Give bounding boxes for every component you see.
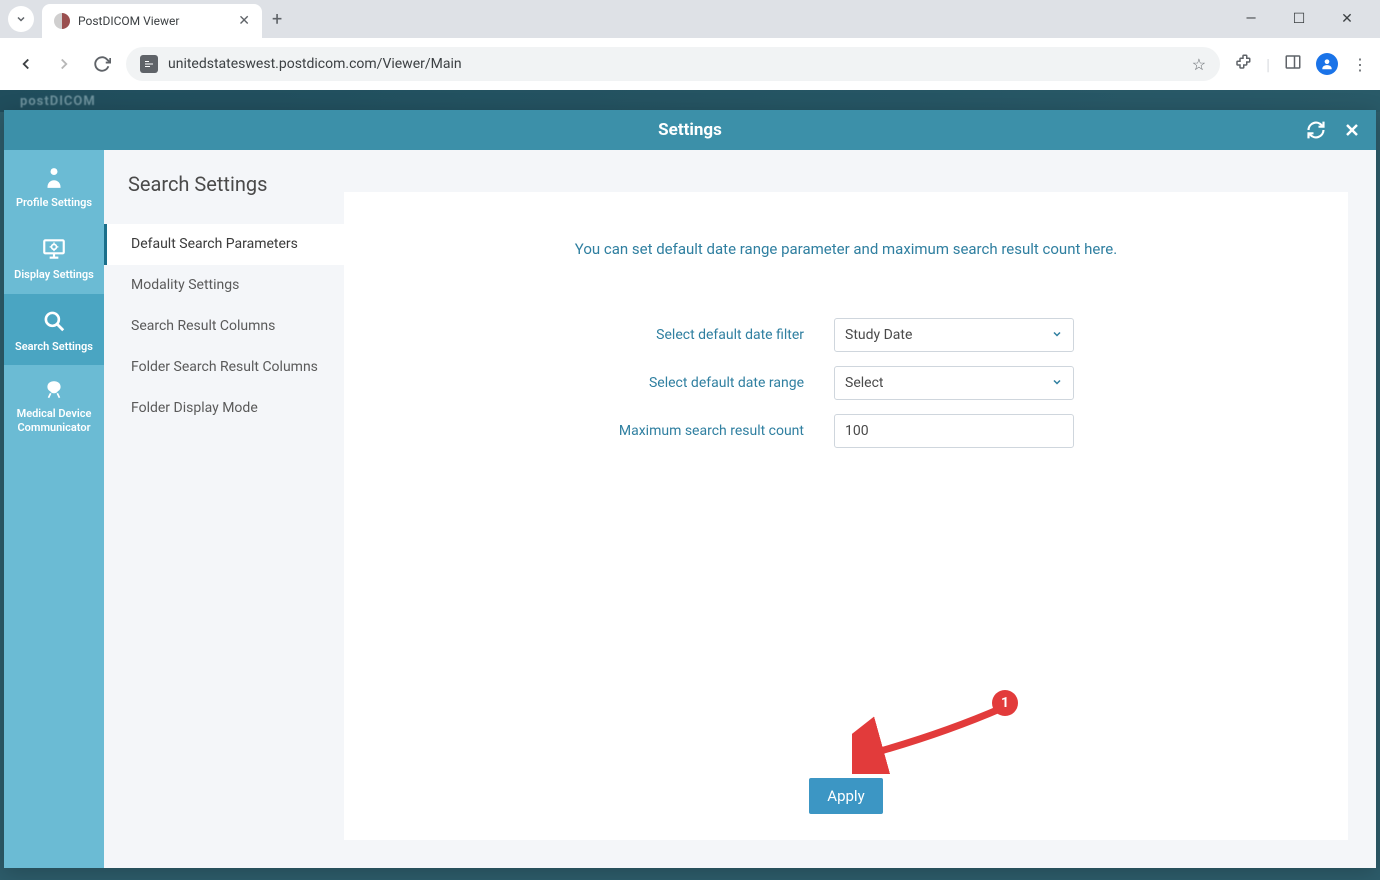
chevron-down-icon bbox=[1051, 376, 1063, 391]
rail-item-display-settings[interactable]: Display Settings bbox=[4, 222, 104, 294]
subnav-item-folder-search-result-columns[interactable]: Folder Search Result Columns bbox=[104, 347, 344, 388]
window-controls: ― ☐ ✕ bbox=[1236, 11, 1372, 27]
select-default-date-filter[interactable]: Study Date bbox=[834, 318, 1074, 352]
url-text: unitedstateswest.postdicom.com/Viewer/Ma… bbox=[168, 56, 1182, 72]
label-default-date-range: Select default date range bbox=[384, 375, 804, 391]
page-title: Search Settings bbox=[104, 172, 344, 224]
refresh-icon[interactable] bbox=[1306, 120, 1326, 140]
chevron-down-icon bbox=[1051, 328, 1063, 343]
content-panel: You can set default date range parameter… bbox=[344, 192, 1348, 840]
chrome-menu-icon[interactable]: ⋮ bbox=[1352, 55, 1368, 74]
tab-search-button[interactable] bbox=[8, 6, 34, 32]
settings-subnav: Search Settings Default Search Parameter… bbox=[104, 150, 344, 868]
tab-close-icon[interactable]: ✕ bbox=[238, 13, 250, 29]
annotation-badge: 1 bbox=[992, 690, 1018, 716]
side-panel-icon[interactable] bbox=[1284, 53, 1302, 75]
maximize-button[interactable]: ☐ bbox=[1284, 11, 1314, 27]
content-panel-wrap: You can set default date range parameter… bbox=[344, 150, 1376, 868]
extensions-icon[interactable] bbox=[1234, 53, 1252, 75]
browser-titlebar: PostDICOM Viewer ✕ + ― ☐ ✕ bbox=[0, 0, 1380, 38]
browser-tab[interactable]: PostDICOM Viewer ✕ bbox=[42, 4, 262, 38]
browser-toolbar: unitedstateswest.postdicom.com/Viewer/Ma… bbox=[0, 38, 1380, 90]
bookmark-star-icon[interactable]: ☆ bbox=[1192, 55, 1206, 74]
subnav-item-modality-settings[interactable]: Modality Settings bbox=[104, 265, 344, 306]
label-max-search-result-count: Maximum search result count bbox=[384, 423, 804, 439]
modal-title: Settings bbox=[658, 120, 722, 140]
label-default-date-filter: Select default date filter bbox=[384, 327, 804, 343]
tab-title: PostDICOM Viewer bbox=[78, 14, 230, 28]
back-button[interactable] bbox=[12, 50, 40, 78]
rail-item-profile-settings[interactable]: Profile Settings bbox=[4, 150, 104, 222]
panel-intro: You can set default date range parameter… bbox=[384, 240, 1308, 258]
toolbar-right: | ⋮ bbox=[1230, 53, 1368, 75]
favicon-icon bbox=[54, 13, 70, 29]
rail-label: Medical Device Communicator bbox=[8, 407, 100, 435]
select-value: Study Date bbox=[845, 327, 912, 343]
row-default-date-range: Select default date range Select bbox=[384, 366, 1308, 400]
settings-modal: Settings Profile Settings Display Settin… bbox=[4, 110, 1376, 868]
new-tab-button[interactable]: + bbox=[262, 9, 292, 30]
minimize-button[interactable]: ― bbox=[1236, 11, 1266, 27]
profile-avatar-icon[interactable] bbox=[1316, 53, 1338, 75]
browser-chrome: PostDICOM Viewer ✕ + ― ☐ ✕ unitedstatesw… bbox=[0, 0, 1380, 90]
subnav-item-search-result-columns[interactable]: Search Result Columns bbox=[104, 306, 344, 347]
input-max-search-result-count[interactable] bbox=[834, 414, 1074, 448]
forward-button[interactable] bbox=[50, 50, 78, 78]
row-default-date-filter: Select default date filter Study Date bbox=[384, 318, 1308, 352]
rail-label: Search Settings bbox=[15, 340, 93, 354]
rail-item-medical-device-communicator[interactable]: Medical Device Communicator bbox=[4, 365, 104, 447]
row-maximum-search-result-count: Maximum search result count bbox=[384, 414, 1308, 448]
rail-label: Display Settings bbox=[14, 268, 94, 282]
close-window-button[interactable]: ✕ bbox=[1332, 11, 1362, 27]
site-settings-icon[interactable] bbox=[140, 55, 158, 73]
reload-button[interactable] bbox=[88, 50, 116, 78]
apply-button[interactable]: Apply bbox=[809, 778, 882, 814]
close-icon[interactable] bbox=[1342, 120, 1362, 140]
rail-label: Profile Settings bbox=[16, 196, 92, 210]
modal-header: Settings bbox=[4, 110, 1376, 150]
select-default-date-range[interactable]: Select bbox=[834, 366, 1074, 400]
settings-rail: Profile Settings Display Settings Search… bbox=[4, 150, 104, 868]
rail-item-search-settings[interactable]: Search Settings bbox=[4, 294, 104, 366]
select-value: Select bbox=[845, 375, 883, 391]
subnav-item-default-search-parameters[interactable]: Default Search Parameters bbox=[104, 224, 344, 265]
subnav-item-folder-display-mode[interactable]: Folder Display Mode bbox=[104, 388, 344, 429]
address-bar[interactable]: unitedstateswest.postdicom.com/Viewer/Ma… bbox=[126, 47, 1220, 81]
